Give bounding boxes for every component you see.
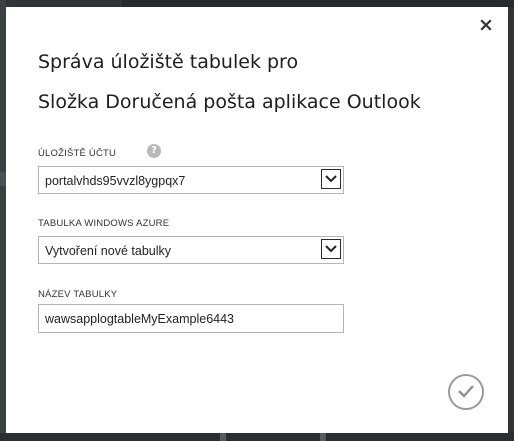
table-name-label: NÁZEV TABULKY: [38, 289, 118, 300]
chevron-down-icon: [325, 245, 337, 253]
dropdown-arrow-button[interactable]: [321, 239, 341, 259]
backdrop-top-strip: [122, 0, 514, 7]
dialog-subtitle: Složka Doručená pošta aplikace Outlook: [38, 91, 421, 113]
backdrop-bottom-strip: [0, 433, 514, 441]
azure-table-value: Vytvoření nové tabulky: [45, 244, 171, 258]
table-name-input[interactable]: wawsapplogtableMyExample6443: [38, 304, 344, 333]
manage-table-storage-dialog: Správa úložiště tabulek pro Složka Doruč…: [6, 7, 508, 433]
dialog-title: Správa úložiště tabulek pro: [38, 51, 299, 73]
close-icon: [480, 19, 492, 31]
table-name-value: wawsapplogtableMyExample6443: [45, 312, 235, 326]
backdrop-mark: [320, 433, 326, 441]
azure-table-label: TABULKA WINDOWS AZURE: [38, 218, 170, 229]
chevron-down-icon: [325, 175, 337, 183]
storage-account-label: ÚLOŽIŠTĚ ÚČTU: [38, 148, 117, 159]
backdrop-mark: [220, 433, 226, 441]
help-icon[interactable]: ?: [147, 144, 161, 158]
checkmark-icon: [458, 385, 474, 398]
storage-account-value: portalvhds95vvzl8ygpqx7: [45, 174, 186, 188]
close-button[interactable]: [478, 17, 494, 33]
confirm-button[interactable]: [448, 374, 484, 410]
azure-table-select[interactable]: Vytvoření nové tabulky: [38, 236, 344, 264]
storage-account-select[interactable]: portalvhds95vvzl8ygpqx7: [38, 166, 344, 194]
dropdown-arrow-button[interactable]: [321, 169, 341, 189]
